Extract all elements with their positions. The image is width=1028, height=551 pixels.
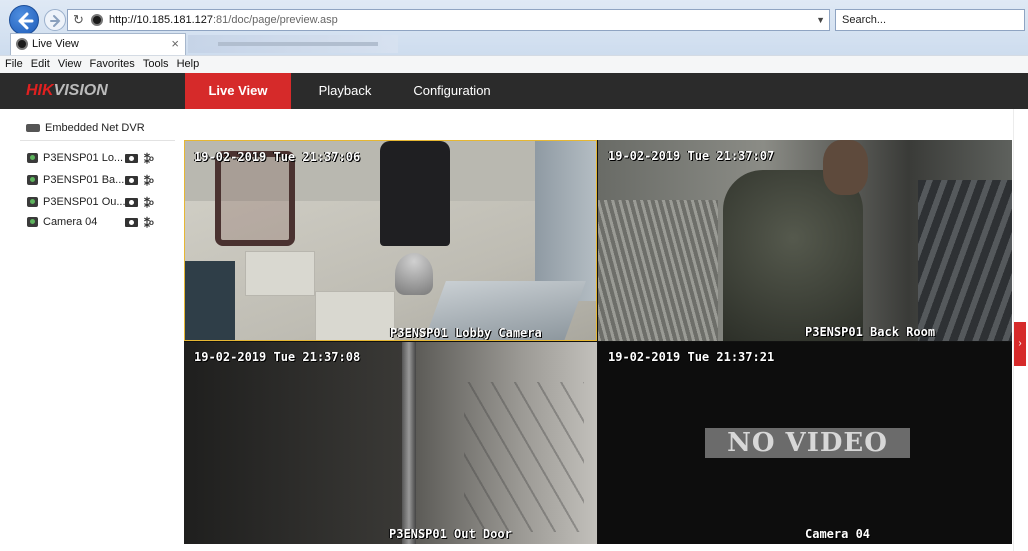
camera-item-4[interactable]: Camera 04 ⁑ᵒ [27,213,167,231]
video-feed-detail [380,141,450,246]
tab-favicon-icon [16,38,28,50]
no-video-label: NO VIDEO [705,428,910,458]
hikvision-logo: HIKVISION [26,82,108,99]
address-bar[interactable]: ↻ http://10.185.181.127:81/doc/page/prev… [67,9,830,31]
video-feed [184,342,404,544]
camera-item-1[interactable]: P3ENSP01 Lo... ⁑ᵒ [27,149,167,167]
menu-tools[interactable]: Tools [138,56,169,72]
video-feed-detail [464,382,584,532]
divider [20,140,175,141]
tab-live-view[interactable]: Live View × [10,33,186,55]
osd-timestamp: 19-02-2019 Tue 21:37:07 [608,149,775,163]
ptz-icon[interactable]: ⁑ᵒ [144,215,154,233]
camera-sidebar: Embedded Net DVR P3ENSP01 Lo... ⁑ᵒ P3ENS… [0,109,180,551]
device-tree-root[interactable]: Embedded Net DVR [26,122,145,134]
camera-label: P3ENSP01 Lo... [43,152,124,164]
camera-item-2[interactable]: P3ENSP01 Ba... ⁑ᵒ [27,171,167,189]
tab-title: Live View [32,38,79,50]
video-tile-2[interactable]: 19-02-2019 Tue 21:37:07 P3ENSP01 Back Ro… [598,140,1012,341]
menu-view[interactable]: View [53,56,82,72]
tab-inactive[interactable] [188,35,398,53]
dvr-icon [26,124,40,133]
video-grid: 19-02-2019 Tue 21:37:06 P3ENSP01 Lobby C… [184,140,1012,544]
camera-icon [27,197,38,207]
nav-configuration[interactable]: Configuration [405,73,499,109]
camera-icon [27,153,38,163]
browser-toolbar: ↻ http://10.185.181.127:81/doc/page/prev… [0,0,1028,57]
video-tile-4[interactable]: 19-02-2019 Tue 21:37:21 NO VIDEO Camera … [598,342,1012,544]
site-favicon-icon [91,14,103,26]
url-text[interactable]: http://10.185.181.127:81/doc/page/previe… [109,10,338,30]
camera-icon [27,217,38,227]
camera-label: P3ENSP01 Ba... [43,174,125,186]
nav-live-view[interactable]: Live View [185,73,291,109]
osd-camera-name: P3ENSP01 Lobby Camera [390,326,542,340]
camera-item-3[interactable]: P3ENSP01 Ou... ⁑ᵒ [27,193,167,211]
nav-playback[interactable]: Playback [305,73,385,109]
back-icon[interactable] [9,5,39,35]
record-icon[interactable] [125,176,138,185]
refresh-icon[interactable]: ↻ [73,10,84,30]
video-feed-detail [402,342,416,544]
video-feed-detail [395,253,433,295]
ptz-icon[interactable]: ⁑ᵒ [144,173,154,191]
osd-camera-name: Camera 04 [805,527,871,541]
device-name: Embedded Net DVR [45,122,145,134]
grid-bottom-border [184,544,1012,551]
video-feed-detail [918,180,1012,341]
menu-edit[interactable]: Edit [26,56,50,72]
video-tile-3[interactable]: 19-02-2019 Tue 21:37:08 P3ENSP01 Out Doo… [184,342,597,544]
video-feed-detail [598,200,718,341]
search-input[interactable]: Search... [835,9,1025,31]
app-header: HIKVISION Live View Playback Configurati… [0,73,1028,109]
video-feed-detail [723,170,863,341]
chevron-down-icon[interactable]: ▼ [816,10,825,30]
camera-icon [27,175,38,185]
video-feed-detail [315,291,395,340]
close-icon[interactable]: × [171,34,179,54]
osd-timestamp: 19-02-2019 Tue 21:37:21 [608,350,775,364]
menu-favorites[interactable]: Favorites [85,56,135,72]
osd-timestamp: 19-02-2019 Tue 21:37:06 [194,150,361,164]
video-feed-detail [245,251,315,296]
forward-icon[interactable] [44,9,66,31]
menu-bar: File Edit View Favorites Tools Help [0,55,1028,73]
record-icon[interactable] [125,218,138,227]
camera-label: Camera 04 [43,216,98,228]
video-feed-detail [823,140,868,195]
osd-timestamp: 19-02-2019 Tue 21:37:08 [194,350,361,364]
ptz-icon[interactable]: ⁑ᵒ [144,151,154,169]
video-feed-detail [215,151,295,246]
osd-camera-name: P3ENSP01 Out Door [389,527,512,541]
camera-label: P3ENSP01 Ou... [43,196,126,208]
video-tile-1[interactable]: 19-02-2019 Tue 21:37:06 P3ENSP01 Lobby C… [184,140,597,341]
expand-panel-button[interactable]: › [1014,322,1026,366]
osd-camera-name: P3ENSP01 Back Room [805,325,936,339]
record-icon[interactable] [125,198,138,207]
record-icon[interactable] [125,154,138,163]
menu-help[interactable]: Help [172,56,200,72]
ptz-icon[interactable]: ⁑ᵒ [144,195,154,213]
menu-file[interactable]: File [0,56,23,72]
video-feed-detail [185,261,235,340]
video-feed-detail [535,141,596,301]
